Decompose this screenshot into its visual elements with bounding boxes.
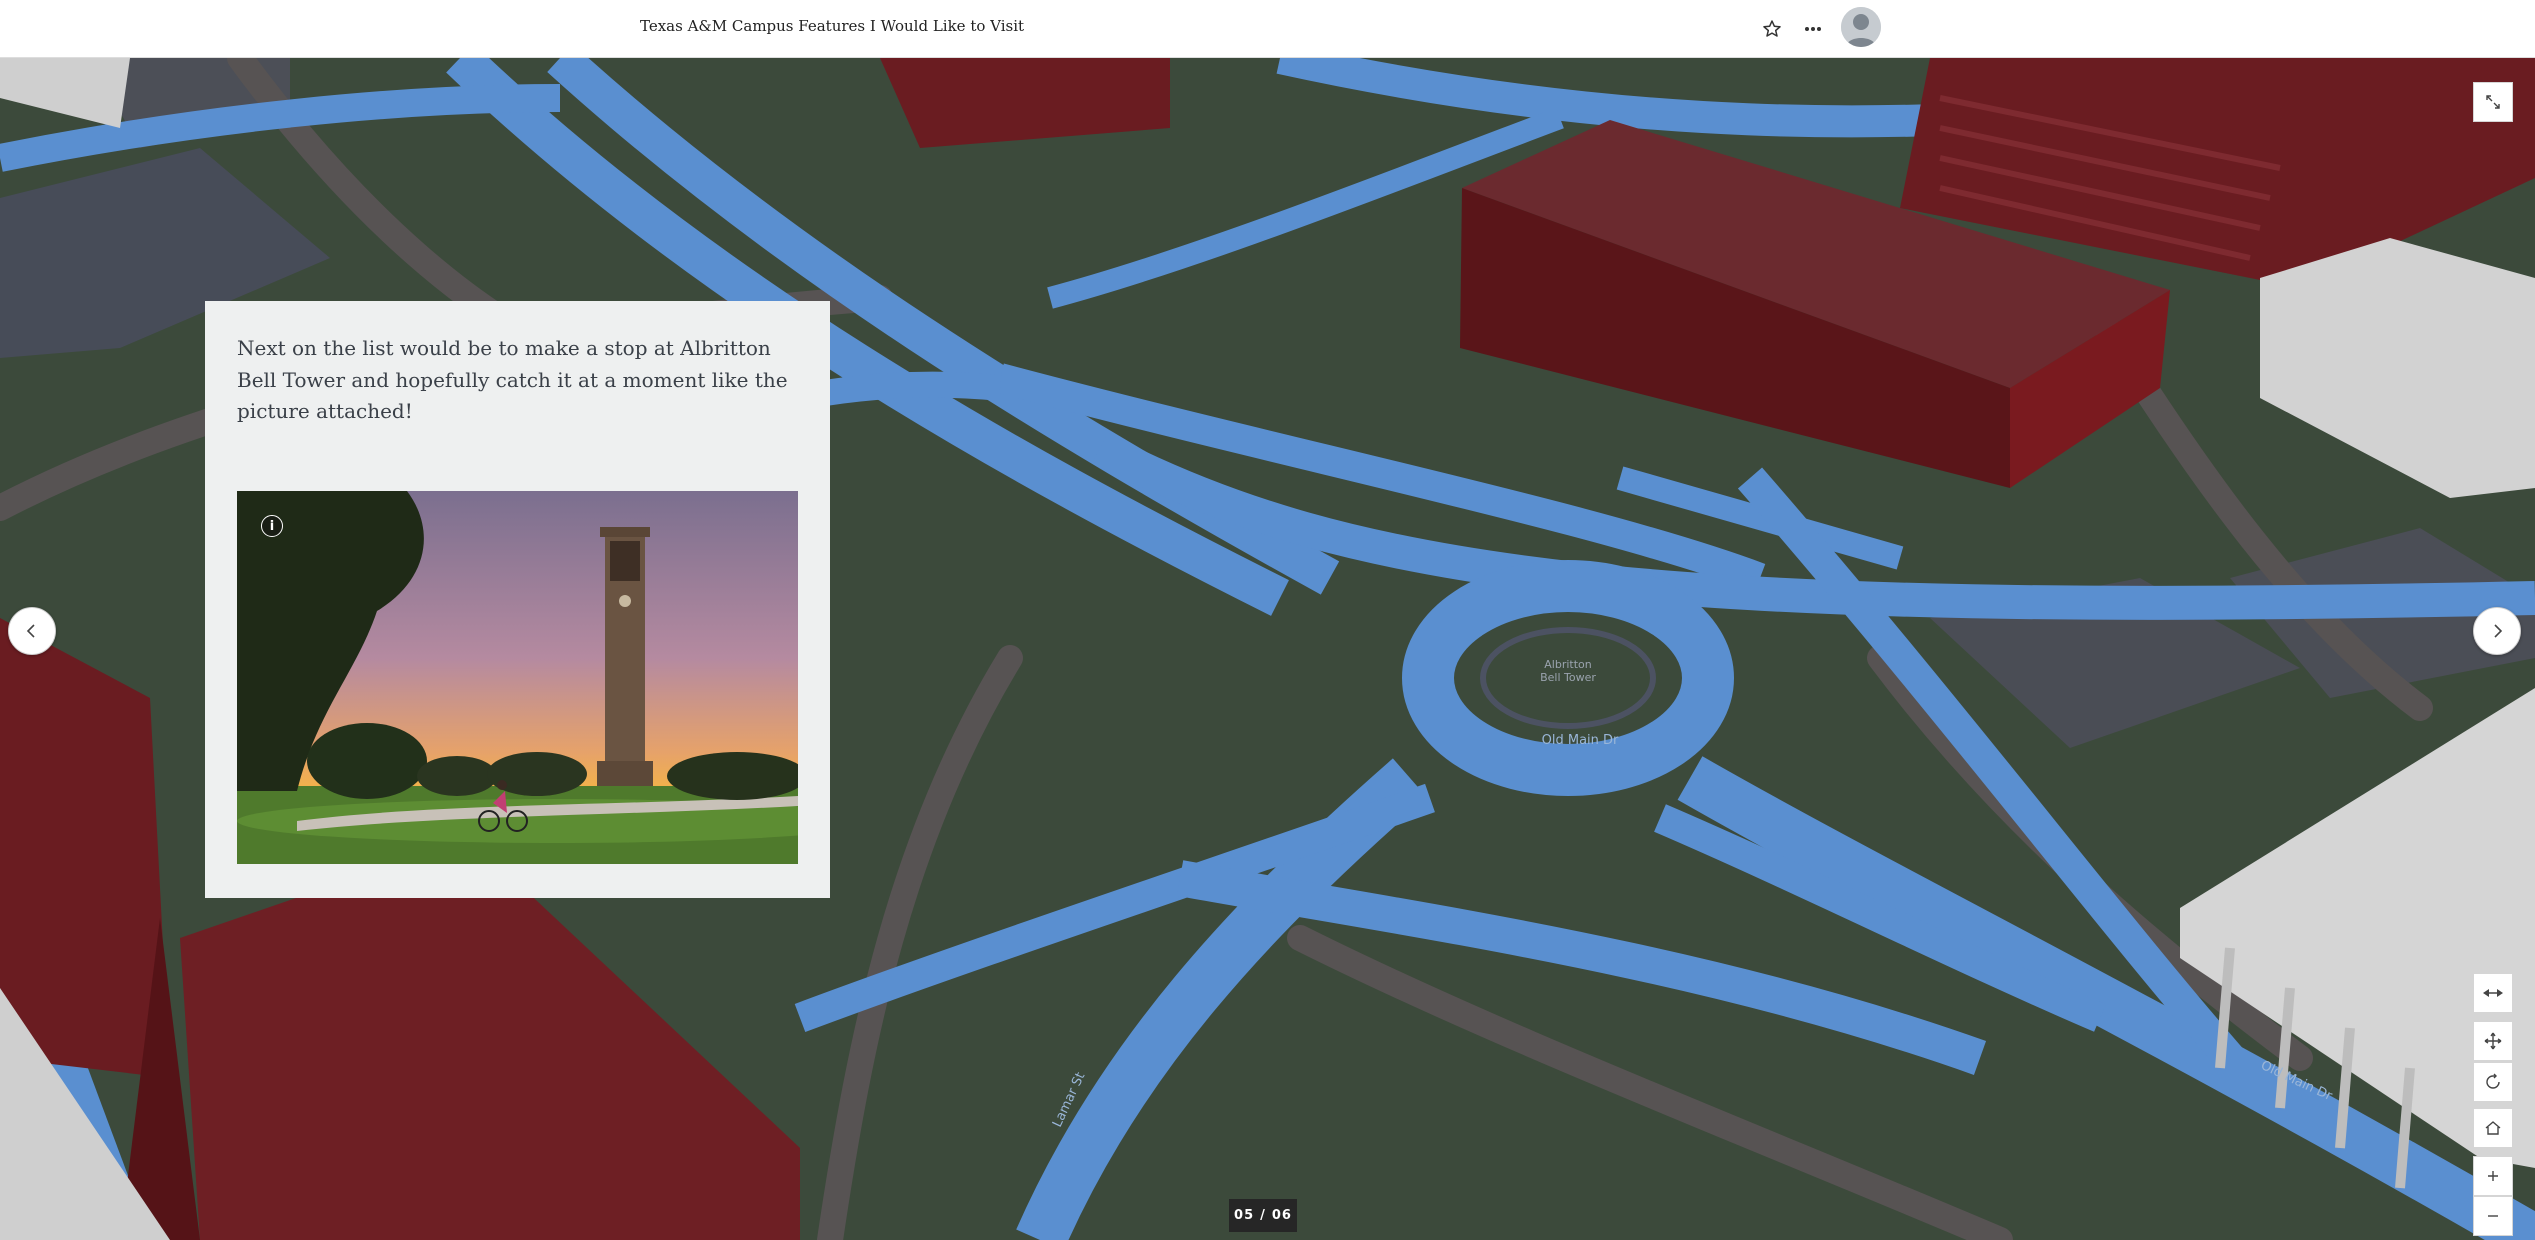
rotate-button[interactable] bbox=[2473, 1062, 2513, 1102]
panel-text: Next on the list would be to make a stop… bbox=[237, 336, 788, 423]
counter-separator: / bbox=[1260, 1208, 1266, 1223]
home-icon bbox=[2485, 1121, 2501, 1135]
toggle-2d-3d-icon bbox=[2483, 989, 2503, 997]
top-bar: Texas A&M Campus Features I Would Like t… bbox=[0, 0, 2535, 58]
story-panel: Next on the list would be to make a stop… bbox=[205, 301, 830, 898]
toggle-2d-3d-button[interactable] bbox=[2473, 973, 2513, 1013]
user-avatar-icon[interactable] bbox=[1841, 7, 1881, 47]
home-button[interactable] bbox=[2473, 1108, 2513, 1148]
zoom-in-button[interactable] bbox=[2473, 1156, 2513, 1196]
chevron-left-icon bbox=[26, 624, 35, 638]
next-slide-button[interactable] bbox=[2473, 607, 2521, 655]
story-title: Texas A&M Campus Features I Would Like t… bbox=[640, 17, 1025, 35]
fullscreen-button[interactable] bbox=[2473, 82, 2513, 122]
map-label-old-main-dr: Old Main Dr bbox=[1542, 733, 1619, 748]
zoom-out-button[interactable] bbox=[2473, 1196, 2513, 1236]
map-label-bell-tower: Albritton Bell Tower bbox=[1540, 658, 1596, 684]
pan-button[interactable] bbox=[2473, 1021, 2513, 1061]
more-horizontal-icon[interactable] bbox=[1798, 14, 1828, 44]
previous-slide-button[interactable] bbox=[8, 607, 56, 655]
slide-counter: 05 / 06 bbox=[1229, 1199, 1297, 1232]
zoom-in-icon bbox=[2488, 1171, 2498, 1181]
expand-icon bbox=[2486, 95, 2500, 109]
zoom-out-icon bbox=[2488, 1215, 2498, 1217]
rotate-icon bbox=[2486, 1073, 2500, 1089]
current-slide: 05 bbox=[1234, 1208, 1255, 1223]
pan-icon bbox=[2484, 1032, 2502, 1050]
image-info-button[interactable]: i bbox=[261, 515, 283, 537]
chevron-right-icon bbox=[2494, 624, 2503, 638]
total-slides: 06 bbox=[1271, 1208, 1292, 1223]
bell-tower-photo[interactable]: i bbox=[237, 491, 798, 864]
star-icon[interactable] bbox=[1757, 14, 1787, 44]
